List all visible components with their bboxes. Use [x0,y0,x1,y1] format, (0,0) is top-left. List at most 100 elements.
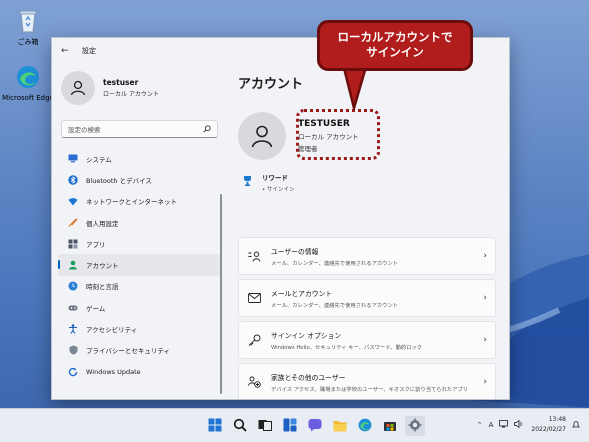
card-title: 家族とその他のユーザー [271,373,346,382]
search-input[interactable]: 設定の検索 [61,120,218,138]
gamepad-icon [68,303,78,313]
apps-icon [68,239,78,249]
sidebar-user-type: ローカル アカウント [103,91,159,98]
sidebar-nav: システム Bluetooth とデバイスネットワークとインターネット 個人用設定アプ… [52,148,227,382]
chevron-right-icon: › [483,251,487,261]
family-icon [247,375,261,389]
sidebar-item-label: アプリ [86,240,106,249]
person-icon [70,80,86,96]
globe-clock-icon [68,281,78,291]
network-icon[interactable] [499,420,509,430]
sidebar-item-wifi[interactable]: ネットワークとインターネット [58,191,221,212]
sidebar-item-brush[interactable]: 個人用設定 [58,212,221,233]
system-tray: ⌃ A 13:48 2022/02/27 [471,415,580,435]
taskbar-file-explorer-button[interactable] [330,416,350,436]
volume-icon[interactable] [514,419,523,430]
file-explorer-icon [333,417,347,436]
card-subtitle: デバイス アクセス、職場または学校のユーザー、キオスクに割り当てられたアプリ [271,386,469,393]
card-mail[interactable]: メールとアカウント メール、カレンダー、連絡先で使用されるアカウント › [238,279,496,317]
desktop-icon-label: Microsoft Edge [2,94,54,102]
widgets-icon [283,417,297,436]
card-user-info[interactable]: ユーザーの情報 メール、カレンダー、連絡先で使用されるアカウント › [238,237,496,275]
clock[interactable]: 13:48 2022/02/27 [531,415,566,435]
sidebar-item-apps[interactable]: アプリ [58,233,221,254]
brush-icon [68,217,78,228]
chevron-up-icon[interactable]: ⌃ [477,421,483,429]
taskbar-edge-button[interactable] [355,416,375,436]
sidebar-item-label: アカウント [86,262,119,271]
sidebar-item-person[interactable]: アカウント [58,254,221,276]
store-icon [383,417,397,436]
card-title: サインイン オプション [271,331,342,340]
desktop-icon-label: ごみ箱 [17,38,39,46]
sidebar-item-label: Bluetooth とデバイス [86,176,152,185]
accessibility-icon [68,324,78,334]
sidebar-item-label: ゲーム [86,304,106,313]
search-icon [203,125,211,133]
chevron-right-icon: › [483,335,487,345]
sidebar-item-globe-clock[interactable]: 時刻と言語 [58,276,221,297]
trophy-icon [242,172,254,191]
clock-date: 2022/02/27 [531,426,566,433]
callout-annotation: ローカルアカウントで サインイン [317,20,473,71]
settings-cards: ユーザーの情報 メール、カレンダー、連絡先で使用されるアカウント › メールとア… [238,237,496,399]
mail-icon [247,291,261,305]
sidebar-item-shield[interactable]: プライバシーとセキュリティ [58,340,221,361]
card-subtitle: メール、カレンダー、連絡先で使用されるアカウント [271,302,399,309]
search-icon [233,417,247,436]
sidebar-item-gamepad[interactable]: ゲーム [58,297,221,318]
sidebar-item-bluetooth[interactable]: Bluetooth とデバイス [58,169,221,190]
sidebar-item-label: Windows Update [86,367,141,376]
update-icon [68,367,78,377]
rewards-row[interactable]: リワード • サインイン [242,172,509,193]
settings-icon [408,417,422,436]
sidebar-item-label: 個人用設定 [86,219,119,228]
bluetooth-icon [68,175,78,185]
key-icon [247,333,261,347]
taskbar-search-button[interactable] [230,416,250,436]
sidebar-item-monitor[interactable]: システム [58,148,221,169]
language-indicator[interactable]: A [489,421,494,429]
card-title: ユーザーの情報 [271,247,319,256]
window-title: 設定 [82,47,96,55]
taskbar-task-view-button[interactable] [255,416,275,436]
sidebar-user-card[interactable]: testuser ローカル アカウント [52,64,227,112]
sidebar-user-name: testuser [103,78,139,87]
wifi-icon [68,196,78,206]
highlight-frame [296,109,380,160]
sidebar-item-label: アクセシビリティ [86,326,138,335]
sidebar: testuser ローカル アカウント 設定の検索 システム Bluetooth … [52,64,227,399]
task-view-icon [258,417,272,436]
monitor-icon [68,154,78,164]
sidebar-scrollbar[interactable] [220,194,222,394]
search-placeholder: 設定の検索 [68,126,101,134]
recycle-bin-icon [13,6,43,36]
sidebar-item-label: システム [86,155,112,164]
desktop-icon-edge[interactable]: Microsoft Edge [2,62,54,103]
card-subtitle: Windows Hello、セキュリティ キー、パスワード、動的ロック [271,344,423,351]
desktop-icon-recycle-bin[interactable]: ごみ箱 [2,6,54,47]
taskbar-settings-button[interactable] [405,416,425,436]
rewards-sub: • サインイン [262,187,295,193]
card-key[interactable]: サインイン オプション Windows Hello、セキュリティ キー、パスワー… [238,321,496,359]
taskbar-store-button[interactable] [380,416,400,436]
notification-icon[interactable] [572,420,580,431]
settings-window: ← 設定 testuser ローカル アカウント 設定の検索 システム Bluet… [51,37,510,400]
taskbar-start-button[interactable] [205,416,225,436]
callout-line-2: サインイン [366,45,424,59]
card-family[interactable]: 家族とその他のユーザー デバイス アクセス、職場または学校のユーザー、キオスクに… [238,363,496,399]
back-arrow-icon[interactable]: ← [61,46,73,56]
user-info-icon [247,249,261,263]
edge-icon [358,417,372,436]
chat-icon [308,417,322,436]
account-avatar [238,112,286,160]
sidebar-item-label: ネットワークとインターネット [86,198,177,207]
sidebar-item-accessibility[interactable]: アクセシビリティ [58,318,221,339]
taskbar-chat-button[interactable] [305,416,325,436]
chevron-right-icon: › [483,377,487,387]
sidebar-item-update[interactable]: Windows Update [58,361,221,382]
sidebar-item-label: 時刻と言語 [86,283,119,292]
taskbar-widgets-button[interactable] [280,416,300,436]
avatar [61,71,95,105]
sidebar-item-label: プライバシーとセキュリティ [86,347,170,356]
